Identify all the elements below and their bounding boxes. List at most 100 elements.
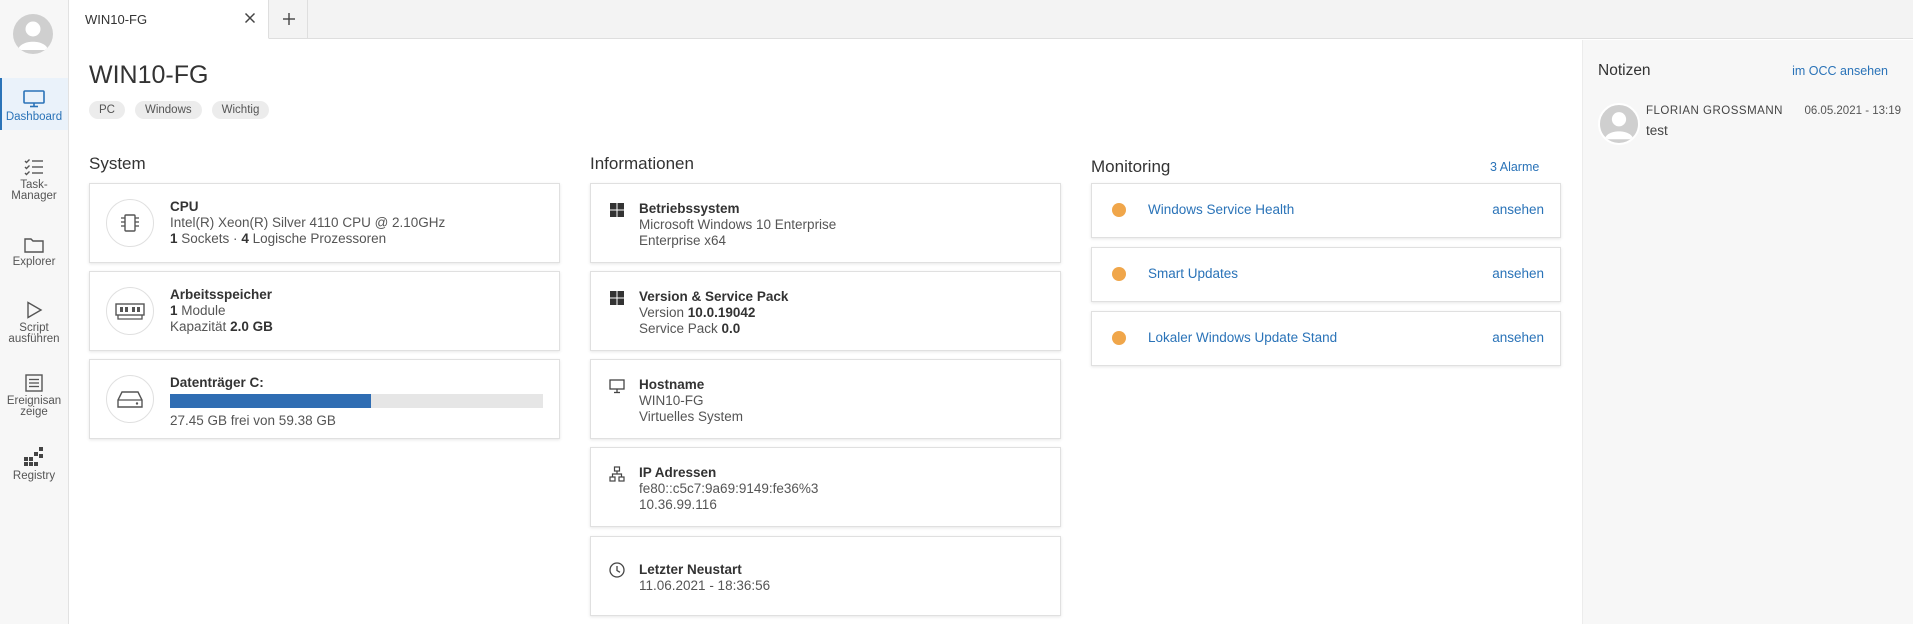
version-line: Version 10.0.19042 bbox=[639, 305, 1044, 321]
cpu-card: CPU Intel(R) Xeon(R) Silver 4110 CPU @ 2… bbox=[89, 183, 560, 263]
ip-address-v6: fe80::c5c7:9a69:9149:fe36%3 bbox=[639, 481, 819, 496]
monitor-icon bbox=[23, 90, 45, 108]
memory-title: Arbeitsspeicher bbox=[170, 287, 273, 302]
monitor-icon bbox=[609, 379, 625, 394]
monitoring-section-title: Monitoring bbox=[1091, 157, 1171, 176]
registry-icon bbox=[24, 447, 43, 466]
cpu-sockets: 1 bbox=[170, 231, 178, 246]
nav-label-registry: Registry bbox=[12, 470, 56, 482]
add-tab-button[interactable] bbox=[270, 0, 308, 39]
memory-capacity: Kapazität 2.0 GB bbox=[170, 319, 543, 335]
nav-label-dashboard: Dashboard bbox=[5, 111, 63, 123]
page-title: WIN10-FG bbox=[89, 61, 209, 89]
monitor-item-label[interactable]: Windows Service Health bbox=[1148, 202, 1294, 217]
tag-pc[interactable]: PC bbox=[89, 101, 125, 119]
tag-wichtig[interactable]: Wichtig bbox=[211, 101, 270, 119]
nav-item-task-manager[interactable]: Task- Manager bbox=[0, 158, 68, 202]
tag-list: PC Windows Wichtig bbox=[89, 101, 270, 119]
restart-timestamp: 11.06.2021 - 18:36:56 bbox=[639, 578, 771, 593]
monitor-item-view-link[interactable]: ansehen bbox=[1492, 330, 1544, 345]
memory-module-count: 1 bbox=[170, 303, 178, 318]
notes-title: Notizen bbox=[1598, 62, 1651, 79]
service-pack-value: 0.0 bbox=[721, 321, 741, 336]
nav-label-explorer: Explorer bbox=[12, 256, 56, 268]
tab-bar: WIN10-FG bbox=[69, 0, 1913, 39]
disk-title: Datenträger C: bbox=[170, 375, 264, 390]
user-avatar[interactable] bbox=[13, 14, 53, 54]
occ-link[interactable]: im OCC ansehen bbox=[1792, 64, 1888, 78]
note-date: 06.05.2021 - 13:19 bbox=[1804, 105, 1901, 117]
event-log-icon bbox=[25, 374, 43, 392]
windows-icon bbox=[610, 203, 624, 217]
hostname-body: Hostname WIN10-FG Virtuelles System bbox=[639, 377, 1044, 425]
nav-item-explorer[interactable]: Explorer bbox=[0, 237, 68, 268]
os-title: Betriebssystem bbox=[639, 201, 740, 216]
cpu-topology: 1 Sockets · 4 Logische Prozessoren bbox=[170, 231, 543, 247]
notes-panel: Notizen im OCC ansehen FLORIAN GROSSMANN… bbox=[1582, 40, 1913, 624]
cpu-title: CPU bbox=[170, 199, 199, 214]
close-icon[interactable] bbox=[242, 10, 258, 26]
disk-body: Datenträger C: 27.45 GB frei von 59.38 G… bbox=[170, 375, 543, 429]
task-list-icon bbox=[24, 159, 43, 176]
hostname-system-type: Virtuelles System bbox=[639, 409, 744, 424]
user-icon bbox=[1604, 112, 1634, 140]
version-value: 10.0.19042 bbox=[687, 305, 756, 320]
memory-card: Arbeitsspeicher 1 Module Kapazität 2.0 G… bbox=[89, 271, 560, 351]
memory-icon bbox=[115, 303, 145, 320]
monitor-item: Windows Service Health ansehen bbox=[1091, 183, 1561, 238]
nav-item-script[interactable]: Script ausführen bbox=[0, 301, 68, 345]
plus-icon bbox=[283, 13, 295, 25]
cpu-cores-label: Logische Prozessoren bbox=[252, 231, 387, 246]
side-nav: Dashboard Task- Manager Explorer Script au… bbox=[0, 0, 69, 624]
status-dot bbox=[1112, 331, 1126, 345]
ip-card: IP Adressen fe80::c5c7:9a69:9149:fe36%3 … bbox=[590, 447, 1061, 527]
nav-item-dashboard[interactable]: Dashboard bbox=[0, 78, 68, 130]
monitor-item-view-link[interactable]: ansehen bbox=[1492, 202, 1544, 217]
os-edition: Enterprise x64 bbox=[639, 233, 727, 248]
cpu-icon-wrap bbox=[106, 199, 154, 247]
version-body: Version & Service Pack Version 10.0.1904… bbox=[639, 289, 1044, 337]
status-dot bbox=[1112, 267, 1126, 281]
version-label: Version bbox=[639, 305, 685, 320]
note-text: test bbox=[1646, 123, 1668, 138]
info-section-title: Informationen bbox=[590, 154, 694, 173]
memory-capacity-label: Kapazität bbox=[170, 319, 227, 334]
nav-label-task-manager: Task- Manager bbox=[11, 179, 57, 202]
windows-icon bbox=[610, 291, 624, 305]
disk-usage-bar bbox=[170, 394, 543, 408]
monitor-item-label[interactable]: Lokaler Windows Update Stand bbox=[1148, 330, 1337, 345]
disk-icon-wrap bbox=[106, 375, 154, 423]
system-section-title: System bbox=[89, 154, 146, 173]
monitor-item: Lokaler Windows Update Stand ansehen bbox=[1091, 311, 1561, 366]
nav-item-event-viewer[interactable]: Ereignisan zeige bbox=[0, 374, 68, 418]
nav-label-script: Script ausführen bbox=[8, 322, 60, 345]
memory-capacity-value: 2.0 GB bbox=[230, 319, 273, 334]
tag-windows[interactable]: Windows bbox=[134, 101, 202, 119]
os-card: Betriebssystem Microsoft Windows 10 Ente… bbox=[590, 183, 1061, 263]
memory-body: Arbeitsspeicher 1 Module Kapazität 2.0 G… bbox=[170, 287, 543, 335]
disk-usage-fill bbox=[170, 394, 371, 408]
nav-item-registry[interactable]: Registry bbox=[0, 445, 68, 482]
memory-icon-wrap bbox=[106, 287, 154, 335]
status-dot bbox=[1112, 203, 1126, 217]
disk-card: Datenträger C: 27.45 GB frei von 59.38 G… bbox=[89, 359, 560, 439]
user-icon bbox=[18, 21, 48, 50]
version-card: Version & Service Pack Version 10.0.1904… bbox=[590, 271, 1061, 351]
network-icon bbox=[609, 466, 625, 482]
cpu-cores: 4 bbox=[241, 231, 249, 246]
hard-drive-icon bbox=[117, 391, 143, 408]
restart-body: Letzter Neustart 11.06.2021 - 18:36:56 bbox=[639, 562, 1044, 594]
monitor-item: Smart Updates ansehen bbox=[1091, 247, 1561, 302]
tab-win10-fg[interactable]: WIN10-FG bbox=[69, 0, 269, 39]
memory-modules: 1 Module bbox=[170, 303, 543, 319]
disk-summary: 27.45 GB frei von 59.38 GB bbox=[170, 413, 336, 428]
monitor-item-view-link[interactable]: ansehen bbox=[1492, 266, 1544, 281]
service-pack-label: Service Pack bbox=[639, 321, 718, 336]
cpu-body: CPU Intel(R) Xeon(R) Silver 4110 CPU @ 2… bbox=[170, 199, 543, 247]
service-pack-line: Service Pack 0.0 bbox=[639, 321, 1044, 337]
note-author-avatar bbox=[1598, 103, 1640, 145]
monitor-item-label[interactable]: Smart Updates bbox=[1148, 266, 1238, 281]
alarms-link[interactable]: 3 Alarme bbox=[1490, 160, 1539, 174]
restart-card: Letzter Neustart 11.06.2021 - 18:36:56 bbox=[590, 536, 1061, 616]
play-icon bbox=[27, 301, 43, 319]
